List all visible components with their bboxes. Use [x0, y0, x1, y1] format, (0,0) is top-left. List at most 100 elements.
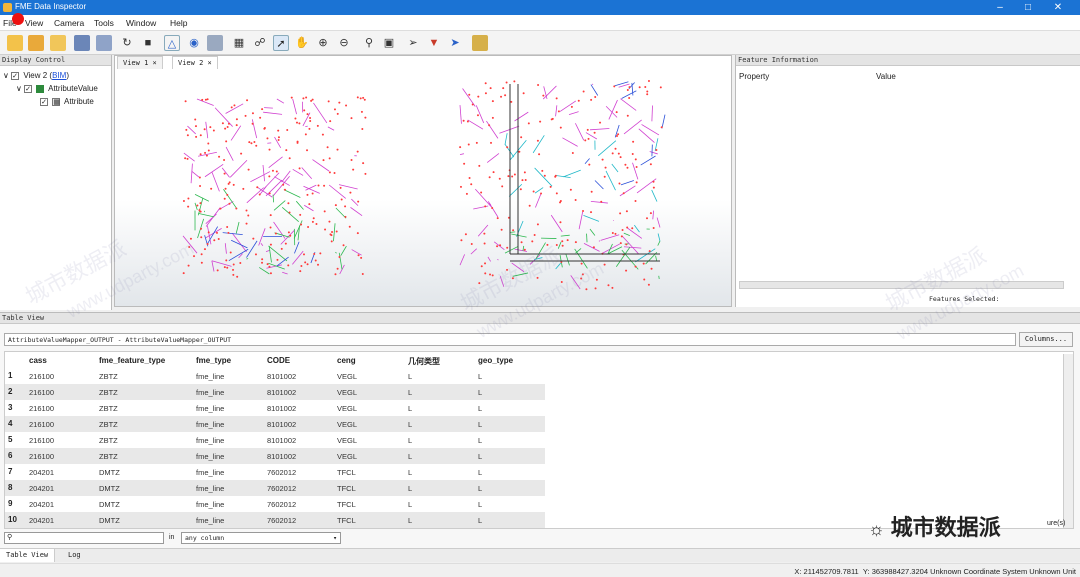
zoom-in-icon[interactable]: ⊕ [315, 35, 331, 51]
pan-hand-icon[interactable]: ✋ [294, 35, 310, 51]
zoom-extent-icon[interactable]: ▣ [381, 35, 397, 51]
table-row[interactable]: 9 204201 DMTZ fme_line 7602012 TFCL L L [5, 496, 545, 512]
map-point [322, 159, 325, 162]
map-line [190, 163, 193, 184]
stop-icon[interactable]: ■ [140, 35, 156, 51]
maximize-button[interactable]: □ [1016, 1, 1040, 14]
map-point [226, 193, 229, 196]
map-line [231, 239, 248, 249]
map-point [288, 157, 291, 160]
map-point [363, 98, 366, 101]
column-header[interactable]: cass [29, 356, 47, 365]
map-point [209, 126, 212, 129]
table-row[interactable]: 3 216100 ZBTZ fme_line 8101002 VEGL L L [5, 400, 545, 416]
table-row[interactable]: 8 204201 DMTZ fme_line 7602012 TFCL L L [5, 480, 545, 496]
folder-icon[interactable] [50, 35, 66, 51]
open-icon[interactable] [7, 35, 23, 51]
menu-view[interactable]: View [25, 18, 43, 28]
layer-icon[interactable] [207, 35, 223, 51]
map-point [360, 110, 363, 113]
vertical-scrollbar[interactable] [1063, 354, 1073, 528]
feature-type-selector[interactable]: AttributeValueMapper_OUTPUT - AttributeV… [4, 333, 1016, 346]
menu-window[interactable]: Window [126, 18, 156, 28]
map-point [555, 244, 558, 247]
map-point [617, 152, 620, 155]
select-tool-icon[interactable]: ➢ [405, 35, 421, 51]
grid-icon[interactable] [472, 35, 488, 51]
minimize-button[interactable]: – [988, 1, 1012, 14]
link-icon[interactable]: ☍ [252, 35, 268, 51]
column-header[interactable]: 几何类型 [408, 356, 440, 367]
column-header[interactable]: geo_type [478, 356, 513, 365]
3d-view-icon[interactable]: ◉ [186, 35, 202, 51]
map-point [510, 100, 513, 103]
table-row[interactable]: 1 216100 ZBTZ fme_line 8101002 VEGL L L [5, 368, 545, 384]
y-value: 363988427.3204 [871, 567, 928, 576]
map-point [194, 125, 197, 128]
expand-icon[interactable]: ∨ [3, 71, 9, 80]
export-icon[interactable] [96, 35, 112, 51]
close-icon[interactable]: × [153, 59, 157, 67]
view2-checkbox[interactable]: ✓ [11, 71, 20, 80]
map-canvas[interactable] [115, 69, 731, 306]
map-point [236, 275, 239, 278]
open-recent-icon[interactable] [28, 35, 44, 51]
table-row[interactable]: 6 216100 ZBTZ fme_line 8101002 VEGL L L [5, 448, 545, 464]
map-point [187, 197, 190, 200]
attributevalue-checkbox[interactable]: ✓ [24, 84, 33, 93]
table-row[interactable]: 5 216100 ZBTZ fme_line 8101002 VEGL L L [5, 432, 545, 448]
map-point [232, 273, 235, 276]
menu-camera[interactable]: Camera [54, 18, 84, 28]
refresh-icon[interactable]: ↻ [119, 35, 135, 51]
map-point [584, 139, 587, 142]
tab-view2[interactable]: View 2 × [172, 56, 218, 69]
column-header[interactable]: fme_feature_type [99, 356, 165, 365]
shapes-icon[interactable]: △ [164, 35, 180, 51]
map-line [497, 259, 499, 261]
zoom-region-icon[interactable]: ⚲ [361, 35, 377, 51]
attribute-checkbox[interactable]: ✓ [40, 97, 48, 106]
table-icon[interactable]: ▦ [231, 35, 247, 51]
map-point [300, 223, 303, 226]
map-point [364, 172, 367, 175]
column-header[interactable]: CODE [267, 356, 290, 365]
view2-link[interactable]: BIM [52, 71, 66, 80]
tree-item-attribute[interactable]: ✓ ▦ Attribute [40, 97, 94, 106]
map-line [246, 187, 264, 204]
expand-icon[interactable]: ∨ [16, 84, 22, 93]
map-point [611, 232, 614, 235]
search-column-select[interactable]: any column ▾ [181, 532, 341, 544]
map-point [646, 93, 649, 96]
table-row[interactable]: 2 216100 ZBTZ fme_line 8101002 VEGL L L [5, 384, 545, 400]
close-icon[interactable]: × [208, 59, 212, 67]
column-header[interactable]: ceng [337, 356, 356, 365]
tree-item-attributevalue[interactable]: ∨ ✓ AttributeValue [16, 84, 98, 93]
filter-icon[interactable]: ▼ [426, 35, 442, 51]
map-line [262, 164, 265, 182]
map-point [611, 286, 614, 289]
table-cell: L [408, 484, 413, 493]
table-row[interactable]: 4 216100 ZBTZ fme_line 8101002 VEGL L L [5, 416, 545, 432]
map-point [574, 198, 577, 201]
tab-view1[interactable]: View 1 × [117, 56, 163, 69]
tab-table-view[interactable]: Table View [0, 549, 56, 562]
map-line [559, 100, 577, 112]
map-point [356, 96, 359, 99]
tree-item-view2[interactable]: ∨ ✓ View 2 (BIM) [3, 71, 69, 80]
zoom-out-icon[interactable]: ⊖ [336, 35, 352, 51]
map-point [235, 118, 238, 121]
columns-button[interactable]: Columns... [1019, 332, 1073, 347]
measure-icon[interactable]: ➤ [447, 35, 463, 51]
menu-help[interactable]: Help [170, 18, 187, 28]
select-pointer-icon[interactable]: ➚ [273, 35, 289, 51]
table-row[interactable]: 10 204201 DMTZ fme_line 7602012 TFCL L L [5, 512, 545, 528]
close-button[interactable]: ✕ [1046, 1, 1070, 14]
search-input[interactable]: ⚲ [4, 532, 164, 544]
column-header[interactable]: fme_type [196, 356, 231, 365]
save-icon[interactable] [74, 35, 90, 51]
tab-log[interactable]: Log [62, 549, 87, 562]
map-point [523, 171, 526, 174]
table-row[interactable]: 7 204201 DMTZ fme_line 7602012 TFCL L L [5, 464, 545, 480]
map-line [228, 248, 249, 262]
menu-tools[interactable]: Tools [94, 18, 114, 28]
